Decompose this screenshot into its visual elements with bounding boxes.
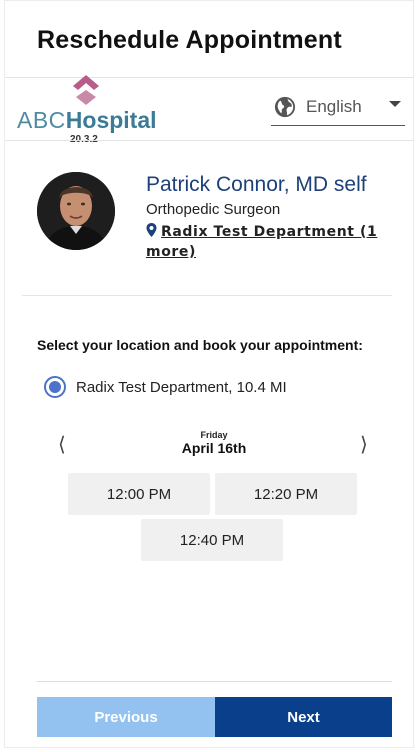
- avatar-photo: [37, 172, 115, 250]
- time-slot[interactable]: 12:40 PM: [141, 519, 283, 561]
- time-slot[interactable]: 12:20 PM: [215, 473, 357, 515]
- location-option-label: Radix Test Department, 10.4 MI: [76, 378, 287, 396]
- logo-text: ABCHospital: [17, 107, 157, 134]
- doctor-name: Patrick Connor, MD self: [146, 173, 367, 196]
- time-slot[interactable]: 12:00 PM: [68, 473, 210, 515]
- date-label: April 16th: [181, 440, 247, 456]
- logo-mark-icon: [73, 75, 99, 105]
- location-radio[interactable]: [44, 376, 66, 398]
- next-button[interactable]: Next: [215, 697, 392, 737]
- page-title: Reschedule Appointment: [37, 26, 342, 54]
- weekday-label: Friday: [200, 430, 228, 440]
- doctor-specialty: Orthopedic Surgeon: [146, 201, 281, 218]
- location-option[interactable]: Radix Test Department, 10.4 MI: [44, 376, 287, 398]
- chevron-down-icon: [389, 101, 401, 107]
- doctor-divider: [22, 295, 392, 296]
- footer-divider: [37, 681, 392, 682]
- previous-day-button[interactable]: ⟨: [58, 432, 66, 457]
- previous-button[interactable]: Previous: [37, 697, 215, 737]
- globe-icon: [274, 96, 296, 117]
- map-pin-icon: [146, 223, 157, 237]
- location-prompt: Select your location and book your appoi…: [37, 337, 363, 353]
- language-value: English: [306, 96, 362, 116]
- department-link[interactable]: Radix Test Department (1 more): [146, 224, 377, 260]
- logo-text-hospital: Hospital: [65, 107, 157, 133]
- doctor-department: Radix Test Department (1 more): [146, 222, 386, 262]
- language-select[interactable]: English: [271, 88, 405, 126]
- logo-divider: [5, 140, 413, 141]
- hospital-logo: ABCHospital 20.3.2: [16, 74, 157, 146]
- next-day-button[interactable]: ⟩: [360, 432, 368, 457]
- radio-selected-dot: [49, 381, 61, 393]
- doctor-avatar: [37, 172, 115, 250]
- logo-text-abc: ABC: [17, 107, 66, 133]
